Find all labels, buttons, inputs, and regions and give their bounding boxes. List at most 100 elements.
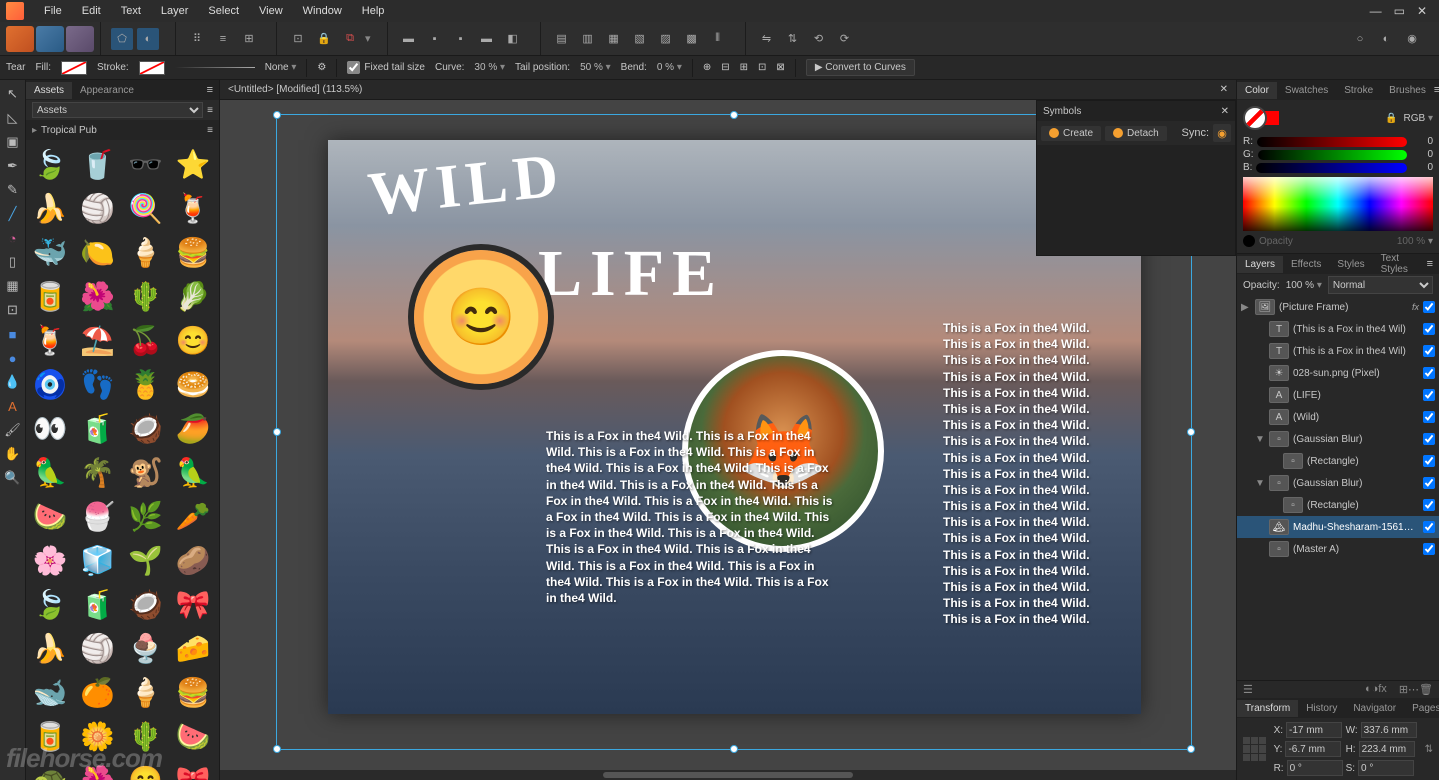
- arrange-front-icon[interactable]: ▬: [476, 28, 498, 50]
- asset-item[interactable]: 🍦: [124, 672, 168, 712]
- fx-icon[interactable]: fx: [1378, 683, 1387, 696]
- opacity-value[interactable]: 100 %: [1397, 236, 1433, 247]
- menu-file[interactable]: File: [34, 2, 72, 20]
- asset-item[interactable]: ⭐: [171, 144, 215, 184]
- tab-transform[interactable]: Transform: [1237, 700, 1298, 717]
- magnet-icon[interactable]: ⧉: [339, 28, 361, 50]
- flip-v-icon[interactable]: ⇅: [782, 28, 804, 50]
- layer-visibility-checkbox[interactable]: [1423, 543, 1435, 555]
- sync-toggle-icon[interactable]: ◉: [1213, 124, 1231, 142]
- layer-row[interactable]: ▫(Master A): [1237, 538, 1439, 560]
- mask-icon[interactable]: ◐: [1365, 683, 1372, 696]
- tab-navigator[interactable]: Navigator: [1345, 700, 1404, 717]
- fixed-tail-checkbox[interactable]: Fixed tail size: [347, 61, 425, 74]
- tailpos-value[interactable]: 50 %: [580, 62, 611, 73]
- layer-row[interactable]: ☀028-sun.png (Pixel): [1237, 362, 1439, 384]
- panel-menu-icon[interactable]: ≡: [207, 84, 219, 96]
- asset-item[interactable]: 🍉: [171, 716, 215, 756]
- layer-row[interactable]: ▶🖼(Picture Frame)fx: [1237, 296, 1439, 318]
- doc-close-icon[interactable]: ✕: [1220, 84, 1228, 95]
- asset-item[interactable]: 🥫: [28, 716, 72, 756]
- w-input[interactable]: [1361, 722, 1417, 738]
- tab-layers[interactable]: Layers: [1237, 256, 1283, 273]
- horizontal-scrollbar[interactable]: [220, 770, 1236, 780]
- link-wh-icon[interactable]: ⇅: [1425, 744, 1433, 755]
- tab-color[interactable]: Color: [1237, 82, 1277, 99]
- view-single-icon[interactable]: ○: [1349, 28, 1371, 50]
- align-right-icon[interactable]: ▦: [603, 28, 625, 50]
- layer-visibility-checkbox[interactable]: [1423, 499, 1435, 511]
- target-icon[interactable]: ⊕: [703, 62, 711, 73]
- asset-item[interactable]: 🏐: [76, 188, 120, 228]
- add-layer-icon[interactable]: ⊞: [1399, 683, 1408, 696]
- align-center-icon[interactable]: ▥: [577, 28, 599, 50]
- blue-value[interactable]: 0: [1411, 162, 1433, 173]
- symbols-create-button[interactable]: Create: [1041, 126, 1101, 141]
- handle-ml[interactable]: [273, 428, 281, 436]
- flip-h-icon[interactable]: ⇋: [756, 28, 778, 50]
- snap-pentagon-icon[interactable]: ⬠: [111, 28, 133, 50]
- layer-visibility-checkbox[interactable]: [1423, 411, 1435, 423]
- move-tool-icon[interactable]: ↖: [3, 84, 23, 104]
- snap-toggle-icon[interactable]: ⊡: [287, 28, 309, 50]
- adjust-icon[interactable]: ◑: [1372, 683, 1379, 696]
- asset-item[interactable]: 😊: [171, 320, 215, 360]
- pencil-tool-icon[interactable]: ✎: [3, 180, 23, 200]
- symbols-close-icon[interactable]: ✕: [1221, 106, 1229, 117]
- asset-item[interactable]: 🍍: [124, 364, 168, 404]
- asset-item[interactable]: 👣: [76, 364, 120, 404]
- baseline-icon[interactable]: ≡: [212, 28, 234, 50]
- asset-item[interactable]: 🧃: [76, 408, 120, 448]
- asset-item[interactable]: 🥯: [171, 364, 215, 404]
- layer-visibility-checkbox[interactable]: [1423, 389, 1435, 401]
- asset-item[interactable]: 🍌: [28, 188, 72, 228]
- layer-row[interactable]: A(Wild): [1237, 406, 1439, 428]
- tab-swatches[interactable]: Swatches: [1277, 82, 1336, 99]
- asset-item[interactable]: 🍊: [76, 672, 120, 712]
- asset-item[interactable]: 🌿: [124, 496, 168, 536]
- layer-visibility-checkbox[interactable]: [1423, 455, 1435, 467]
- distribute-icon[interactable]: ⫴: [707, 28, 729, 50]
- asset-item[interactable]: 🌴: [76, 452, 120, 492]
- show-margins-icon[interactable]: ⊟: [721, 62, 729, 73]
- layer-row[interactable]: A(LIFE): [1237, 384, 1439, 406]
- brush-tool-icon[interactable]: ╱: [3, 204, 23, 224]
- asset-item[interactable]: 🐋: [28, 672, 72, 712]
- table-tool-icon[interactable]: ▦: [3, 276, 23, 296]
- asset-item[interactable]: 🏐: [76, 628, 120, 668]
- asset-item[interactable]: 🌺: [76, 760, 120, 780]
- asset-item[interactable]: 🧀: [171, 628, 215, 668]
- asset-item[interactable]: 🍃: [28, 144, 72, 184]
- snap-circle-icon[interactable]: ◐: [137, 28, 159, 50]
- fill-swatch[interactable]: [61, 61, 87, 75]
- layer-row[interactable]: ▼▫(Gaussian Blur): [1237, 472, 1439, 494]
- hand-tool-icon[interactable]: ✋: [3, 444, 23, 464]
- asset-item[interactable]: 🥬: [171, 276, 215, 316]
- layer-row[interactable]: T(This is a Fox in the4 Wil): [1237, 318, 1439, 340]
- layer-row[interactable]: ▫(Rectangle): [1237, 450, 1439, 472]
- close-icon[interactable]: ✕: [1417, 4, 1427, 18]
- vector-brush-icon[interactable]: 🖌: [3, 420, 23, 440]
- menu-help[interactable]: Help: [352, 2, 395, 20]
- align-top-icon[interactable]: ▧: [629, 28, 651, 50]
- layer-opacity-value[interactable]: 100 %: [1286, 280, 1322, 291]
- green-slider[interactable]: [1258, 150, 1407, 160]
- blue-slider[interactable]: [1256, 163, 1407, 173]
- stroke-width-value[interactable]: None: [265, 62, 297, 73]
- align-middle-icon[interactable]: ▨: [655, 28, 677, 50]
- menu-edit[interactable]: Edit: [72, 2, 111, 20]
- h-input[interactable]: [1359, 741, 1415, 757]
- rotate-ccw-icon[interactable]: ⟲: [808, 28, 830, 50]
- asset-item[interactable]: 🦜: [171, 452, 215, 492]
- layer-visibility-checkbox[interactable]: [1423, 345, 1435, 357]
- view-mirror-icon[interactable]: ◉: [1401, 28, 1423, 50]
- grid-dots-icon[interactable]: ⠿: [186, 28, 208, 50]
- asset-item[interactable]: 🥫: [28, 276, 72, 316]
- asset-item[interactable]: 🌵: [124, 716, 168, 756]
- persona-publisher-icon[interactable]: [6, 26, 34, 52]
- asset-item[interactable]: 🍧: [76, 496, 120, 536]
- asset-item[interactable]: 🥭: [171, 408, 215, 448]
- tab-appearance[interactable]: Appearance: [72, 82, 142, 99]
- shape-tool-icon[interactable]: ◔: [3, 228, 23, 248]
- tab-brushes[interactable]: Brushes: [1381, 82, 1434, 99]
